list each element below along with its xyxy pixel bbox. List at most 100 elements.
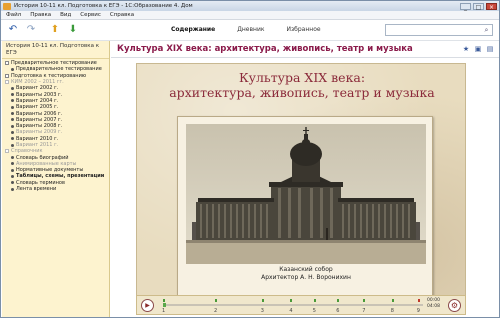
menu-help[interactable]: Справка — [110, 12, 134, 18]
bullet-icon — [11, 112, 14, 116]
bullet-icon — [11, 124, 14, 128]
window-controls: _ □ × — [460, 2, 497, 11]
slide-title: Культура XIX века: архитектура, живопись… — [137, 70, 467, 100]
sidebar-item-label: Предварительное тестирование — [11, 60, 97, 67]
down-arrow-icon[interactable]: ⬇ — [67, 24, 79, 36]
tab-favorites[interactable]: Избранное — [286, 26, 320, 33]
sidebar-tree: Предварительное тестирование Предваритель… — [2, 59, 109, 192]
folder-icon — [5, 61, 9, 66]
timeline-marker-label: 4 — [289, 308, 293, 314]
sidebar-item[interactable]: Лента времени — [2, 186, 109, 192]
nav-tabs: Содержание Дневник Избранное — [171, 26, 321, 33]
sidebar-item-label: Лента времени — [16, 186, 57, 193]
sidebar-item-label: КИМ 2002 – 2011 гг. — [11, 79, 64, 86]
toolbar: ↶ ↷ ⬆ ⬇ Содержание Дневник Избранное ⌕ — [1, 20, 499, 41]
time-display: 00:00 04:08 — [427, 298, 440, 310]
sidebar-item-label: Варианты 2008 г. — [16, 123, 63, 130]
bullet-icon — [11, 86, 14, 90]
sidebar-header: История 10-11 кл. Подготовка к ЕГЭ — [2, 41, 109, 59]
sidebar-item-label: Варианты 2007 г. — [16, 116, 63, 123]
sidebar-item[interactable]: Предварительное тестирование — [2, 66, 109, 72]
sidebar-item-label: Вариант 2011 г. — [16, 142, 59, 148]
sidebar-item-label: Вариант 2010 г. — [16, 135, 59, 142]
folder-icon — [5, 80, 9, 85]
search-icon[interactable]: ⌕ — [482, 26, 491, 35]
sidebar-item-label: Вариант 2004 г. — [16, 97, 59, 104]
timeline-marker[interactable] — [215, 299, 217, 302]
timeline-marker[interactable] — [163, 299, 165, 302]
slide-title-line2: архитектура, живопись, театр и музыка — [169, 85, 435, 100]
timeline-marker-label: 7 — [362, 308, 366, 314]
timeline-marker-label: 3 — [260, 308, 264, 314]
bullet-icon — [11, 174, 14, 178]
menu-file[interactable]: Файл — [6, 12, 21, 18]
slide-title-line1: Культура XIX века: — [238, 70, 366, 85]
close-button[interactable]: × — [486, 2, 497, 11]
time-total: 04:08 — [427, 304, 440, 309]
bullet-icon — [11, 187, 14, 191]
timeline-marker[interactable] — [337, 299, 340, 302]
timeline-marker-label: 6 — [336, 308, 340, 314]
sidebar-item-label: Вариант 2002 г. — [16, 85, 59, 92]
tab-diary[interactable]: Дневник — [237, 26, 264, 33]
sidebar-item-label: Анимированные карты — [16, 160, 77, 167]
app-window: История 10-11 кл. Подготовка к ЕГЭ - 1С:… — [0, 0, 500, 318]
timeline-marker[interactable] — [261, 299, 264, 302]
sidebar-item-label: Варианты 2006 г. — [16, 110, 63, 117]
content-stage: Культура XIX века: архитектура, живопись… — [111, 58, 499, 317]
sidebar-item[interactable]: Предварительное тестирование — [2, 60, 109, 66]
app-icon — [3, 2, 11, 10]
forward-arrow-icon[interactable]: ↷ — [25, 24, 37, 36]
maximize-button[interactable]: □ — [473, 2, 484, 11]
timeline-marker[interactable] — [391, 299, 394, 302]
timeline-marker-label: 2 — [214, 308, 218, 314]
settings-gear-icon[interactable]: ⚙ — [448, 299, 461, 312]
bullet-icon — [11, 67, 14, 71]
sidebar-item-label: Словарь биографий — [16, 154, 69, 161]
tab-contents[interactable]: Содержание — [171, 26, 215, 33]
search-input[interactable]: ⌕ — [385, 24, 493, 36]
bullet-icon — [11, 93, 14, 97]
folder-icon — [5, 73, 9, 78]
timeline-marker[interactable] — [417, 299, 420, 302]
timeline-marker[interactable] — [290, 299, 293, 302]
menu-view[interactable]: Вид — [60, 12, 71, 18]
sidebar-item-label: Вариант 2005 г. — [16, 104, 59, 111]
back-arrow-icon[interactable]: ↶ — [7, 24, 19, 36]
caption-line2: Архитектор А. Н. Воронихин — [261, 274, 351, 281]
up-arrow-icon[interactable]: ⬆ — [49, 24, 61, 36]
save-icon[interactable]: ▣ — [474, 45, 482, 53]
sidebar: История 10-11 кл. Подготовка к ЕГЭ Предв… — [2, 41, 110, 317]
timeline-progress — [163, 303, 166, 307]
photo-caption: Казанский собор Архитектор А. Н. Вороних… — [178, 266, 434, 282]
timeline-marker-label: 5 — [312, 308, 316, 314]
minimize-button[interactable]: _ — [460, 2, 471, 11]
timeline-marker-label: 9 — [416, 308, 420, 314]
bullet-icon — [11, 137, 14, 141]
sidebar-item[interactable]: Таблицы, схемы, презентации — [2, 173, 109, 179]
timeline-marker-label: 8 — [390, 308, 394, 314]
folder-icon — [5, 149, 9, 154]
menu-edit[interactable]: Правка — [30, 12, 51, 18]
menu-service[interactable]: Сервис — [80, 12, 101, 18]
header-icons: ★ ▣ ▤ — [462, 45, 494, 53]
print-icon[interactable]: ▤ — [486, 45, 494, 53]
content-header: Культура XIX века: архитектура, живопись… — [111, 41, 499, 58]
timeline-track[interactable] — [163, 304, 423, 306]
sidebar-item-label: Варианты 2009 г. — [16, 129, 63, 136]
bullet-icon — [11, 181, 14, 185]
play-button[interactable]: ▶ — [141, 299, 154, 312]
window-title: История 10-11 кл. Подготовка к ЕГЭ - 1С:… — [14, 3, 193, 9]
sidebar-item-label: Подготовка к тестированию — [11, 72, 87, 79]
timeline-marker[interactable] — [313, 299, 316, 302]
bullet-icon — [11, 156, 14, 160]
timeline-marker[interactable] — [363, 299, 366, 302]
bullet-icon — [11, 99, 14, 103]
sidebar-item-label: Варианты 2003 г. — [16, 91, 63, 98]
star-icon[interactable]: ★ — [462, 45, 470, 53]
title-bar: История 10-11 кл. Подготовка к ЕГЭ - 1С:… — [1, 1, 499, 11]
sidebar-item-label: Словарь терминов — [16, 179, 65, 186]
slide: Культура XIX века: архитектура, живопись… — [136, 63, 466, 301]
bullet-icon — [11, 105, 14, 109]
bullet-icon — [11, 118, 14, 122]
